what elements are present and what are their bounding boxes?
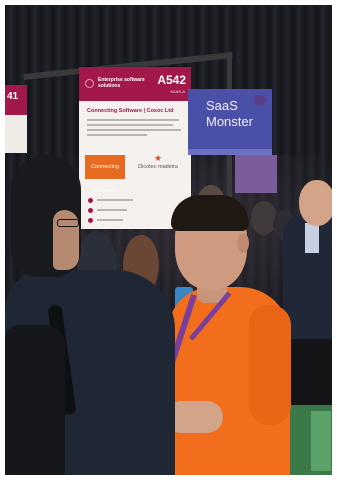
saas-monster-sign: SaaS Monster bbox=[188, 89, 272, 155]
star-icon: ★ bbox=[153, 153, 163, 163]
text-line bbox=[87, 129, 181, 131]
bullet-text bbox=[97, 199, 133, 201]
bullet-icon bbox=[88, 198, 93, 203]
booth-category: Enterprise software solutions bbox=[98, 77, 145, 89]
booth-number: A542 bbox=[157, 73, 186, 87]
partner-logo-text: Dicotec madeira bbox=[138, 164, 178, 170]
bullet-text bbox=[97, 219, 123, 221]
booth-subcode: SAAS-A bbox=[170, 89, 185, 94]
left-booth-sign: 41 bbox=[5, 85, 27, 153]
display-screen bbox=[235, 155, 277, 193]
bullet-icon bbox=[88, 208, 93, 213]
saas-sign-line1: SaaS bbox=[206, 98, 238, 113]
photo: 41 Enterprise software solutions A542 SA… bbox=[5, 5, 332, 475]
booth-sign-header: Enterprise software solutions A542 SAAS-… bbox=[79, 67, 191, 101]
man-ear bbox=[237, 233, 249, 253]
saas-sign-line2: Monster bbox=[206, 114, 253, 129]
bullet-icon bbox=[88, 218, 93, 223]
black-bag bbox=[287, 339, 332, 415]
glasses bbox=[57, 219, 79, 227]
text-line bbox=[87, 124, 173, 126]
green-box-edge bbox=[311, 411, 331, 471]
bald-man-shirt bbox=[305, 223, 319, 253]
text-line bbox=[87, 119, 179, 121]
connecting-software-logo: Connecting Software bbox=[85, 155, 125, 194]
man-hair bbox=[171, 195, 249, 231]
text-line bbox=[87, 134, 147, 136]
monster-logo-icon bbox=[254, 95, 266, 105]
orange-sleeve bbox=[249, 305, 291, 425]
booth-sign: Enterprise software solutions A542 SAAS-… bbox=[79, 67, 191, 229]
bald-man-head bbox=[299, 180, 332, 226]
category-icon bbox=[85, 79, 94, 88]
company-name: Connecting Software | Cosoc Ltd bbox=[87, 108, 174, 114]
bullet-text bbox=[97, 209, 127, 211]
partner-logo: ★ Dicotec madeira bbox=[132, 153, 184, 179]
left-booth-number: 41 bbox=[5, 85, 27, 115]
backpack bbox=[5, 325, 65, 475]
